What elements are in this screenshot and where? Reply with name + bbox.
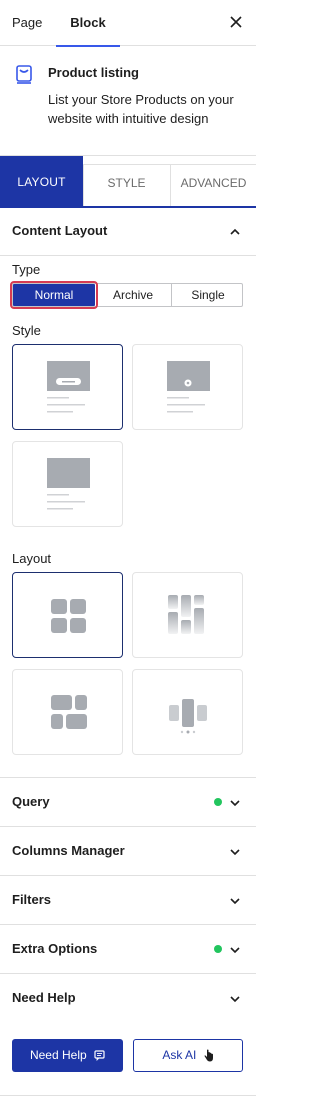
chevron-down-icon [230,947,240,954]
masonry-layout-icon [168,595,204,634]
status-dot [214,798,222,806]
panel-title: Query [12,794,50,809]
layout-option-split[interactable] [12,669,123,755]
settings-tabs: LAYOUT STYLE ADVANCED [0,156,256,208]
split-layout-icon [51,695,87,729]
style-option-1[interactable] [12,344,123,430]
sidebar-header: Page Block [0,0,256,47]
tab-style[interactable]: STYLE [83,164,171,206]
style-preview-icon [47,458,90,510]
type-option-normal[interactable]: Normal [10,281,98,309]
panel-columns-manager[interactable]: Columns Manager [0,827,256,876]
panel-title: Extra Options [12,941,98,956]
style-label: Style [12,323,41,338]
panel-title: Content Layout [12,223,108,238]
tab-advanced[interactable]: ADVANCED [171,164,256,206]
ask-ai-button[interactable]: Ask AI [133,1039,243,1072]
panel-title: Columns Manager [12,843,125,858]
need-help-button[interactable]: Need Help [12,1039,123,1072]
layout-label: Layout [12,551,52,566]
style-option-2[interactable] [132,344,243,430]
pointer-hand-icon [204,1049,213,1062]
store-icon [16,65,32,84]
need-help-label: Need Help [29,1048,87,1062]
type-option-archive[interactable]: Archive [95,284,172,306]
chevron-up-icon [230,228,240,235]
layout-option-carousel[interactable] [132,669,243,755]
panel-query[interactable]: Query [0,778,256,827]
panel-need-help[interactable]: Need Help [0,974,256,1023]
chevron-down-icon [230,898,240,905]
carousel-layout-icon [169,699,207,734]
status-dot [214,945,222,953]
layout-option-masonry[interactable] [132,572,243,658]
panel-title: Need Help [12,990,76,1005]
block-title: Product listing [48,65,139,80]
panel-title: Filters [12,892,52,907]
chevron-down-icon [230,849,240,856]
style-preview-icon [47,361,90,413]
style-option-3[interactable] [12,441,123,527]
grid-layout-icon [51,599,86,633]
style-preview-icon [167,361,210,413]
chevron-down-icon [230,996,240,1003]
type-label: Type [12,262,41,277]
block-card: Product listing List your Store Products… [0,46,256,156]
panel-content-layout[interactable]: Content Layout [0,207,256,256]
type-option-single[interactable]: Single [172,284,244,306]
type-toggle-group: Normal Archive Single [10,281,244,309]
divider [0,1095,256,1096]
close-icon[interactable] [228,14,244,30]
chevron-down-icon [230,800,240,807]
chat-icon [94,1050,105,1062]
tab-page[interactable]: Page [12,0,42,46]
panel-filters[interactable]: Filters [0,876,256,925]
block-description: List your Store Products on your website… [48,92,234,126]
layout-option-grid[interactable] [12,572,123,658]
tab-layout[interactable]: LAYOUT [0,156,83,206]
ask-ai-label: Ask AI [162,1048,197,1062]
panel-extra-options[interactable]: Extra Options [0,925,256,974]
tab-block[interactable]: Block [56,0,120,47]
